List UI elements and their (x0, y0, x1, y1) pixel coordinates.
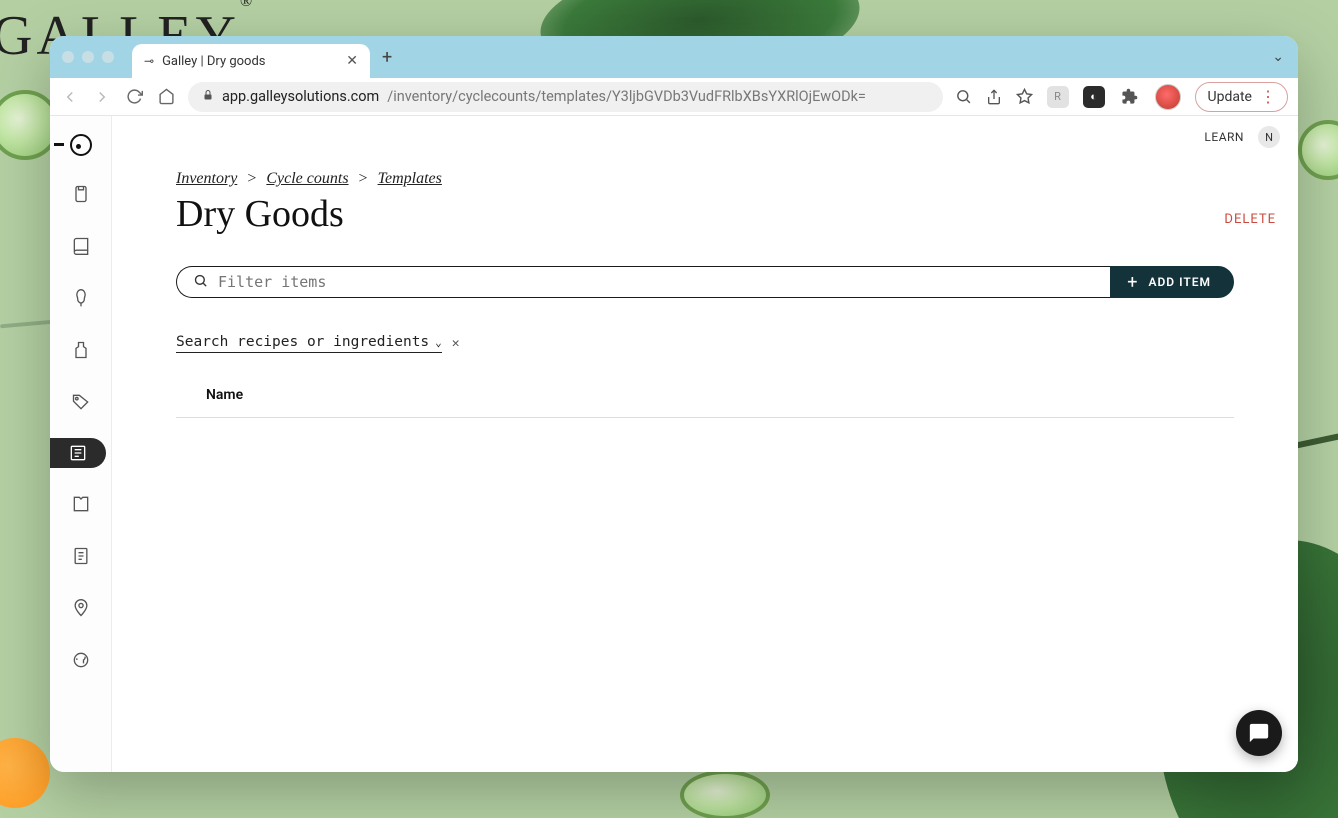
filter-input-wrap[interactable] (176, 266, 1110, 298)
search-icon (193, 273, 208, 292)
extension-1-icon[interactable]: R (1047, 86, 1069, 108)
sidebar-item-inventory[interactable] (50, 438, 106, 468)
zoom-icon[interactable] (955, 88, 972, 105)
filter-input[interactable] (218, 273, 1094, 291)
tabs-menu-icon[interactable]: ⌄ (1272, 49, 1284, 65)
update-label: Update (1208, 89, 1252, 105)
table-header: Name (176, 387, 1234, 418)
add-item-button[interactable]: + ADD ITEM (1110, 266, 1234, 298)
app-body: LEARN N Inventory > Cycle counts > Templ… (50, 116, 1298, 772)
forward-button[interactable] (92, 88, 112, 106)
user-avatar-letter: N (1265, 131, 1273, 144)
breadcrumb-sep: > (247, 170, 256, 187)
menu-dots-icon[interactable]: ⋮ (1260, 87, 1275, 106)
lock-icon (202, 89, 214, 104)
sidebar-item-reports[interactable] (65, 540, 97, 572)
learn-link[interactable]: LEARN (1204, 130, 1244, 144)
add-item-label: ADD ITEM (1148, 275, 1211, 289)
main-content: LEARN N Inventory > Cycle counts > Templ… (112, 116, 1298, 772)
user-avatar[interactable]: N (1258, 126, 1280, 148)
sidebar-item-ingredients[interactable] (65, 282, 97, 314)
app-logo-icon[interactable] (64, 132, 98, 158)
reload-button[interactable] (124, 88, 144, 105)
bg-cucumber-3 (1298, 120, 1338, 180)
filter-row: + ADD ITEM (176, 266, 1234, 298)
tab-favicon-icon: ⊸ (144, 54, 154, 68)
url-domain: app.galleysolutions.com (222, 88, 379, 105)
breadcrumb-cycle-counts[interactable]: Cycle counts (266, 170, 348, 187)
tab-title: Galley | Dry goods (162, 54, 338, 69)
search-filter-row: Search recipes or ingredients ⌄ ✕ (176, 334, 1234, 353)
address-bar[interactable]: app.galleysolutions.com/inventory/cyclec… (188, 82, 943, 112)
browser-tab[interactable]: ⊸ Galley | Dry goods ✕ (132, 44, 370, 78)
search-scope-dropdown[interactable]: Search recipes or ingredients ⌄ (176, 334, 442, 353)
new-tab-button[interactable]: + (382, 47, 392, 68)
browser-window: ⊸ Galley | Dry goods ✕ + ⌄ (50, 36, 1298, 772)
sidebar-item-menus[interactable] (65, 644, 97, 676)
breadcrumb-sep: > (359, 170, 368, 187)
chat-icon (1248, 722, 1270, 744)
sidebar-item-tags[interactable] (65, 386, 97, 418)
page-title: Dry Goods (176, 192, 1234, 236)
extensions-menu-icon[interactable] (1119, 86, 1141, 108)
chat-fab[interactable] (1236, 710, 1282, 756)
browser-tabstrip: ⊸ Galley | Dry goods ✕ + ⌄ (50, 36, 1298, 78)
url-path: /inventory/cyclecounts/templates/Y3ljbGV… (387, 88, 866, 105)
clear-filter-icon[interactable]: ✕ (452, 336, 460, 351)
update-button[interactable]: Update ⋮ (1195, 82, 1288, 112)
sidebar (50, 116, 112, 772)
bg-cucumber-2 (680, 770, 770, 818)
window-controls[interactable] (62, 51, 114, 63)
sidebar-item-library[interactable] (65, 488, 97, 520)
chevron-down-icon: ⌄ (435, 336, 442, 349)
desktop-background: GALLEY® ⊸ Galley | Dry goods ✕ + ⌄ (0, 0, 1338, 818)
app-topbar: LEARN N (1204, 126, 1280, 148)
sidebar-item-orders[interactable] (65, 178, 97, 210)
bookmark-icon[interactable] (1016, 88, 1033, 105)
extension-2-icon[interactable]: ◐ (1083, 86, 1105, 108)
back-button[interactable] (60, 88, 80, 106)
delete-button[interactable]: DELETE (1224, 212, 1276, 227)
sidebar-item-locations[interactable] (65, 592, 97, 624)
breadcrumb-templates[interactable]: Templates (378, 170, 442, 187)
breadcrumb-inventory[interactable]: Inventory (176, 170, 237, 187)
window-close-icon[interactable] (62, 51, 74, 63)
window-zoom-icon[interactable] (102, 51, 114, 63)
plus-icon: + (1127, 272, 1138, 293)
home-button[interactable] (156, 88, 176, 105)
browser-toolbar: app.galleysolutions.com/inventory/cyclec… (50, 78, 1298, 116)
bg-orange (0, 738, 50, 808)
breadcrumb: Inventory > Cycle counts > Templates (176, 170, 1234, 188)
window-minimize-icon[interactable] (82, 51, 94, 63)
search-scope-label: Search recipes or ingredients (176, 334, 429, 350)
share-icon[interactable] (986, 89, 1002, 105)
profile-avatar-icon[interactable] (1155, 84, 1181, 110)
column-name: Name (206, 387, 243, 403)
tab-close-icon[interactable]: ✕ (346, 53, 358, 69)
sidebar-item-recipes[interactable] (65, 230, 97, 262)
sidebar-item-packaging[interactable] (65, 334, 97, 366)
